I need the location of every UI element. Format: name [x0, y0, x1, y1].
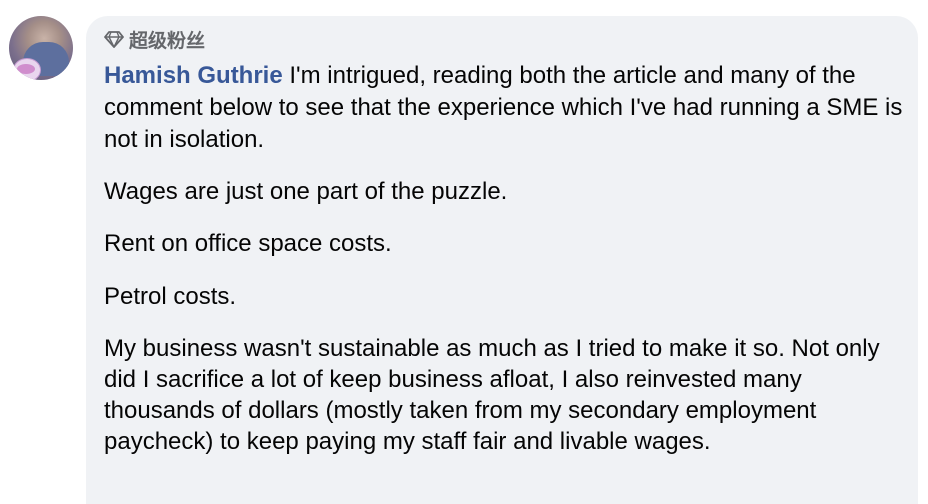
comment-screen: 超级粉丝 Hamish Guthrie I'm intrigued, readi… [0, 0, 928, 504]
avatar-badge-mark [17, 64, 35, 74]
top-fan-badge[interactable]: 超级粉丝 [104, 26, 205, 52]
avatar[interactable] [9, 16, 73, 80]
comment-paragraph-2: Wages are just one part of the puzzle. [104, 178, 508, 205]
comment-paragraph-5: My business wasn't sustainable as much a… [104, 335, 880, 455]
author-name[interactable]: Hamish Guthrie [104, 62, 283, 89]
top-fan-label: 超级粉丝 [129, 30, 206, 52]
diamond-icon [104, 30, 124, 48]
comment-paragraph-4: Petrol costs. [104, 283, 237, 310]
comment-paragraph-1: Hamish Guthrie I'm intrigued, reading bo… [104, 60, 904, 156]
comment-paragraph-3: Rent on office space costs. [104, 230, 392, 257]
